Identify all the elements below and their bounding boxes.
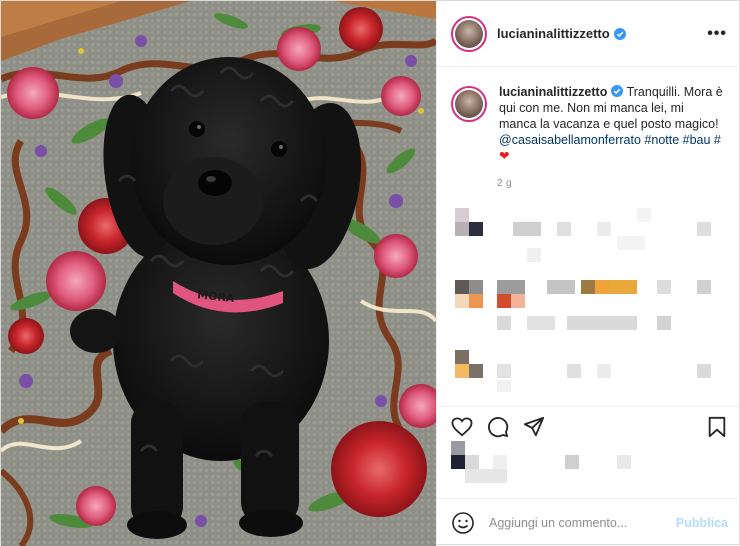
instagram-post: MORA lucianinalittizzetto ••• lucianinal… — [0, 0, 740, 546]
paper-plane-icon[interactable] — [521, 414, 547, 440]
post-photo[interactable]: MORA — [1, 1, 436, 546]
comment-input[interactable] — [489, 515, 669, 530]
more-options-icon[interactable]: ••• — [707, 25, 727, 43]
post-side-panel: lucianinalittizzetto ••• lucianinalittiz… — [436, 1, 740, 546]
censored-comment — [437, 208, 740, 268]
caption-username[interactable]: lucianinalittizzetto — [499, 85, 607, 99]
add-comment-bar: Pubblica — [437, 498, 740, 546]
heart-icon[interactable] — [449, 414, 475, 440]
caption-hashtags[interactable]: #notte #bau # — [644, 133, 720, 147]
author-avatar[interactable] — [451, 15, 487, 52]
dog-on-rug-image: MORA — [1, 1, 436, 546]
caption-mention[interactable]: @casaisabellamonferrato — [499, 133, 641, 147]
censored-likes — [437, 441, 740, 493]
comment-bubble-icon[interactable] — [485, 414, 511, 440]
censored-comment — [437, 350, 740, 400]
heart-emoji: ❤ — [499, 149, 510, 163]
action-bar — [437, 406, 740, 446]
caption-text: lucianinalittizzetto Tranquilli. Mora è … — [499, 84, 724, 164]
smiley-icon[interactable] — [451, 511, 475, 535]
caption: lucianinalittizzetto Tranquilli. Mora è … — [437, 68, 740, 164]
post-timestamp[interactable]: 2 g — [497, 178, 740, 189]
author-username[interactable]: lucianinalittizzetto — [497, 26, 610, 41]
publish-button[interactable]: Pubblica — [676, 516, 728, 530]
bookmark-icon[interactable] — [704, 414, 730, 440]
avatar-image — [455, 90, 483, 118]
caption-avatar[interactable] — [451, 86, 487, 122]
verified-badge-icon — [613, 27, 626, 40]
comments-section: lucianinalittizzetto Tranquilli. Mora è … — [437, 68, 740, 405]
verified-badge-icon — [611, 85, 624, 97]
avatar-image — [455, 19, 483, 48]
censored-comment — [437, 276, 740, 336]
post-header: lucianinalittizzetto ••• — [437, 1, 740, 67]
